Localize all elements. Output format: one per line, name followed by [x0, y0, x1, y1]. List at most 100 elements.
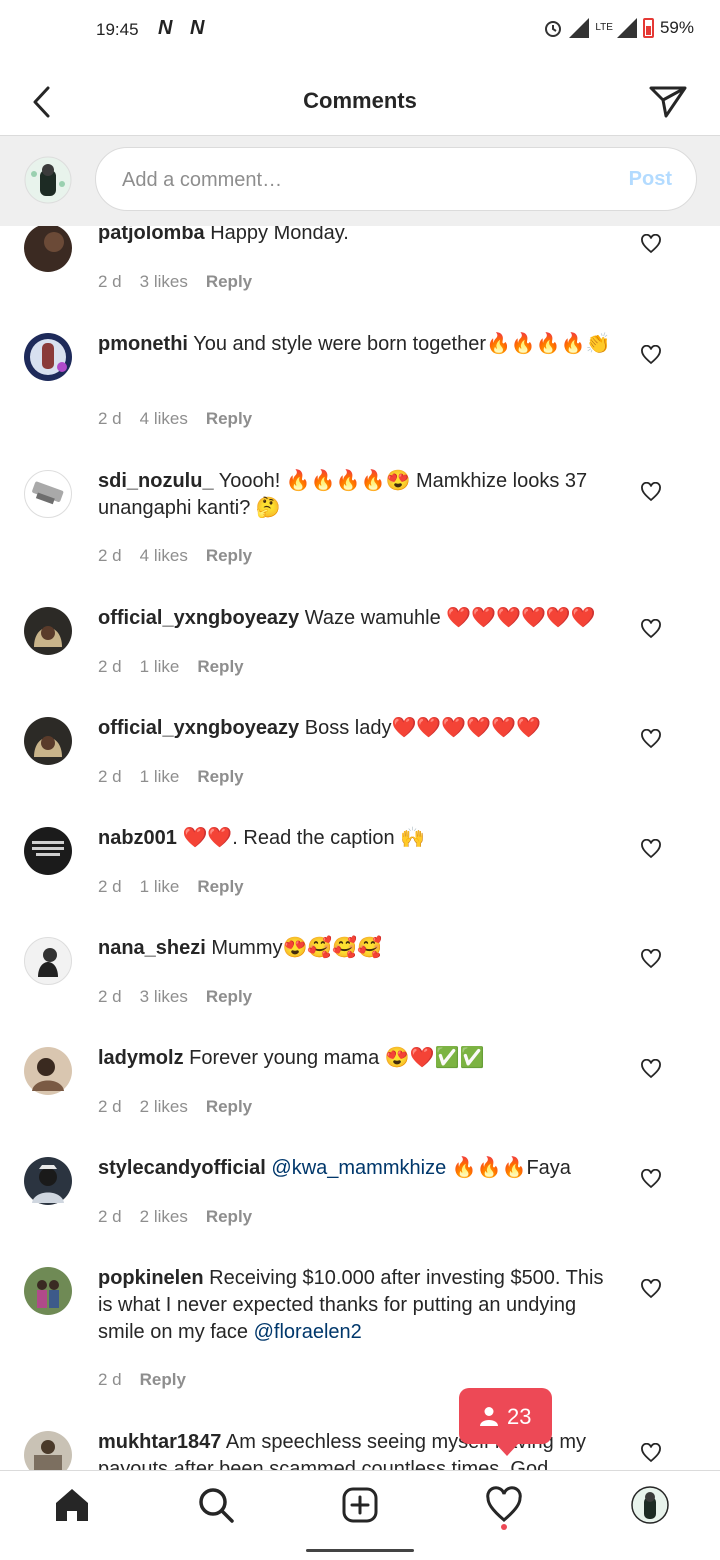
comment-time: 2 d: [98, 987, 122, 1006]
comment-input[interactable]: [120, 148, 594, 212]
profile-avatar[interactable]: [630, 1485, 670, 1525]
avatar[interactable]: [24, 1267, 72, 1315]
comment-message: ❤️❤️. Read the caption 🙌: [182, 827, 426, 849]
comment-username[interactable]: official_yxngboyeazy: [98, 717, 299, 739]
comment-likes[interactable]: 2 likes: [140, 1207, 188, 1227]
avatar[interactable]: [24, 1047, 72, 1095]
reply-button[interactable]: Reply: [206, 987, 252, 1007]
comment-username[interactable]: official_yxngboyeazy: [98, 607, 299, 629]
comment-meta: 2 d 4 likes Reply: [98, 409, 252, 429]
heart-icon[interactable]: [640, 482, 662, 502]
comment-time: 2 d: [98, 657, 122, 676]
comment-text: popkinelen Receiving $10.000 after inves…: [98, 1265, 618, 1346]
reply-button[interactable]: Reply: [206, 546, 252, 566]
post-button[interactable]: Post: [629, 168, 672, 191]
comment-likes[interactable]: 2 likes: [140, 1097, 188, 1117]
heart-icon[interactable]: [640, 1443, 662, 1463]
activity-count: 23: [507, 1404, 532, 1429]
lte-label: LTE: [595, 22, 613, 33]
comment-likes[interactable]: 1 like: [140, 657, 180, 677]
status-right: LTE 59%: [543, 18, 694, 38]
avatar[interactable]: [24, 607, 72, 655]
plus-square-icon[interactable]: [340, 1485, 380, 1525]
heart-icon[interactable]: [640, 234, 662, 254]
heart-icon[interactable]: [640, 619, 662, 639]
my-avatar: [24, 156, 72, 204]
comment-time: 2 d: [98, 272, 122, 291]
comment-time: 2 d: [98, 1370, 122, 1389]
comment-time: 2 d: [98, 767, 122, 786]
comment-username[interactable]: sdi_nozulu_: [98, 470, 214, 492]
comment-text: sdi_nozulu_ Yoooh! 🔥🔥🔥🔥😍 Mamkhize looks …: [98, 468, 618, 522]
comment-text: official_yxngboyeazy Waze wamuhle ❤️❤️❤️…: [98, 605, 618, 632]
comment-input-wrapper: Post: [95, 147, 697, 212]
alarm-icon: [545, 21, 562, 37]
avatar[interactable]: [24, 717, 72, 765]
avatar[interactable]: [24, 226, 72, 272]
comment-text: patjolomba Happy Monday.: [98, 226, 618, 247]
avatar[interactable]: [24, 1431, 72, 1470]
comment-time: 2 d: [98, 546, 122, 565]
comment-username[interactable]: nana_shezi: [98, 937, 206, 959]
reply-button[interactable]: Reply: [197, 657, 243, 677]
avatar[interactable]: [24, 470, 72, 518]
comment-likes[interactable]: 4 likes: [140, 546, 188, 566]
paper-plane-icon[interactable]: [648, 84, 688, 120]
comment-meta: 2 d 1 like Reply: [98, 877, 244, 897]
reply-button[interactable]: Reply: [197, 767, 243, 787]
comment-mention[interactable]: @floraelen2: [254, 1321, 362, 1343]
comment-username[interactable]: patjolomba: [98, 226, 205, 244]
comment-likes[interactable]: 3 likes: [140, 272, 188, 292]
heart-icon[interactable]: [640, 1059, 662, 1079]
comments-list[interactable]: patjolomba Happy Monday. 2 d 3 likes Reply…: [0, 226, 720, 1470]
reply-button[interactable]: Reply: [206, 409, 252, 429]
reply-button[interactable]: Reply: [140, 1370, 186, 1390]
comment-likes[interactable]: 1 like: [140, 767, 180, 787]
reply-button[interactable]: Reply: [206, 272, 252, 292]
comment-username[interactable]: mukhtar1847: [98, 1431, 221, 1453]
signal-icon-2: [616, 18, 637, 38]
comment-meta: 2 d 3 likes Reply: [98, 272, 252, 292]
activity-badge[interactable]: 23: [459, 1388, 552, 1456]
search-icon[interactable]: [196, 1485, 236, 1525]
avatar[interactable]: [24, 937, 72, 985]
comment-message: Boss lady❤️❤️❤️❤️❤️❤️: [304, 717, 541, 739]
comment-message: Happy Monday.: [210, 226, 349, 244]
reply-button[interactable]: Reply: [197, 877, 243, 897]
person-icon: [480, 1407, 498, 1426]
comment-message: Mummy😍🥰🥰🥰: [211, 937, 383, 959]
comment-username[interactable]: nabz001: [98, 827, 177, 849]
comment-likes[interactable]: 3 likes: [140, 987, 188, 1007]
comment-likes[interactable]: 4 likes: [140, 409, 188, 429]
comment-username[interactable]: ladymolz: [98, 1047, 184, 1069]
comment-likes[interactable]: 1 like: [140, 877, 180, 897]
heart-icon[interactable]: [640, 949, 662, 969]
comment-meta: 2 d 2 likes Reply: [98, 1097, 252, 1117]
reply-button[interactable]: Reply: [206, 1097, 252, 1117]
avatar[interactable]: [24, 1157, 72, 1205]
comment-username[interactable]: popkinelen: [98, 1267, 204, 1289]
avatar[interactable]: [24, 333, 72, 381]
avatar[interactable]: [24, 827, 72, 875]
comment-time: 2 d: [98, 409, 122, 428]
comment-username[interactable]: pmonethi: [98, 333, 188, 355]
battery-percent: 59%: [659, 18, 694, 37]
comment-meta: 2 d 1 like Reply: [98, 657, 244, 677]
heart-icon[interactable]: [640, 1279, 662, 1299]
comment-message: Waze wamuhle ❤️❤️❤️❤️❤️❤️: [304, 607, 596, 629]
comment-meta: 2 d 4 likes Reply: [98, 546, 252, 566]
home-icon[interactable]: [52, 1485, 92, 1525]
heart-icon[interactable]: [640, 345, 662, 365]
comment-text: pmonethi You and style were born togethe…: [98, 331, 618, 358]
comment-username[interactable]: stylecandyofficial: [98, 1157, 266, 1179]
reply-button[interactable]: Reply: [206, 1207, 252, 1227]
heart-icon[interactable]: [640, 839, 662, 859]
heart-icon[interactable]: [640, 729, 662, 749]
status-time: 19:45: [96, 20, 139, 39]
comment-mention[interactable]: @kwa_mammkhize: [271, 1157, 446, 1179]
comment-meta: 2 d 2 likes Reply: [98, 1207, 252, 1227]
heart-icon[interactable]: [484, 1485, 524, 1525]
heart-icon[interactable]: [640, 1169, 662, 1189]
comment-text: nabz001 ❤️❤️. Read the caption 🙌: [98, 825, 618, 852]
gesture-handle[interactable]: [306, 1549, 414, 1552]
